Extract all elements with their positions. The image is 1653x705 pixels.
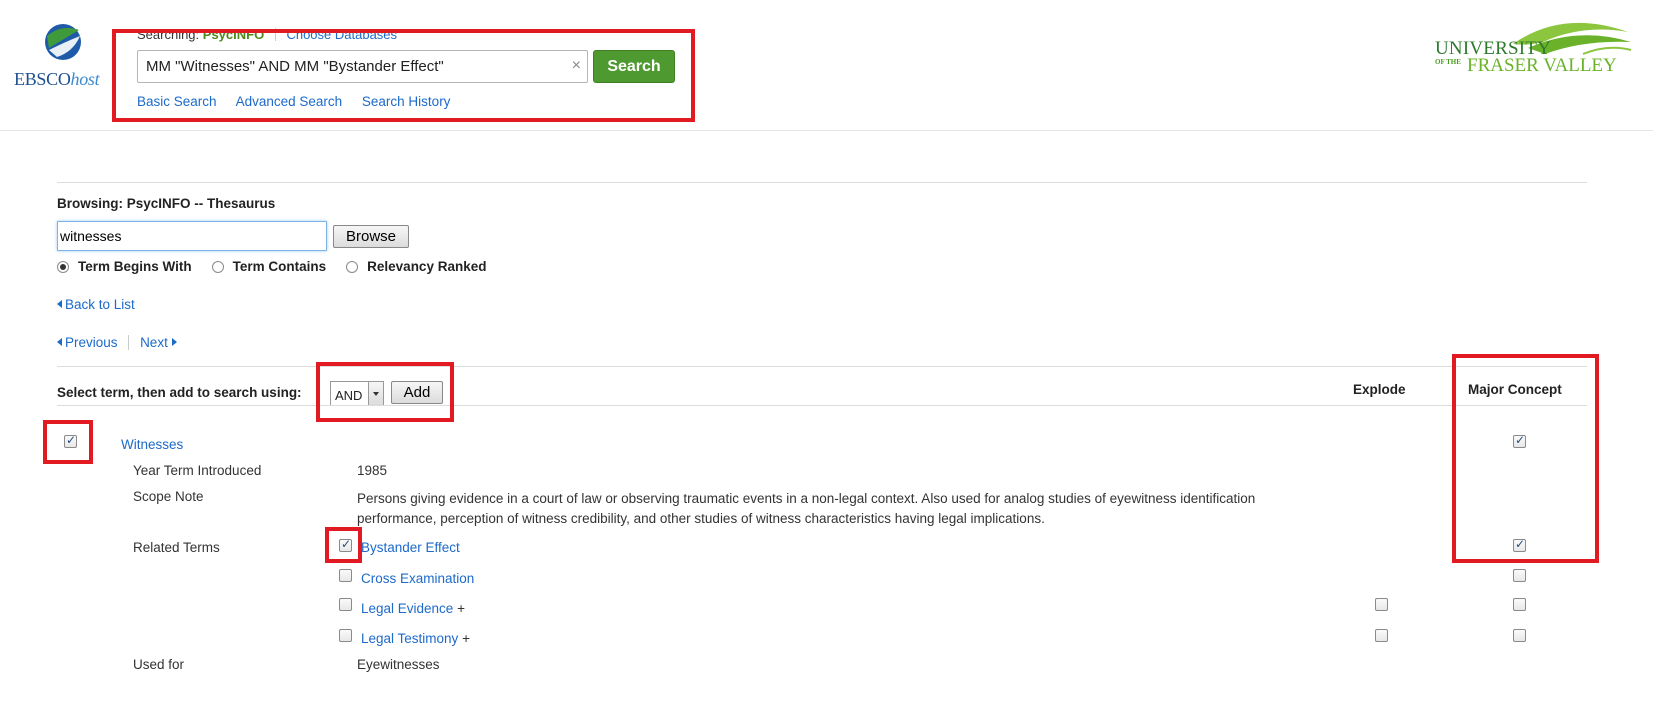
year-value: 1985 (357, 463, 388, 478)
related-major-checkbox-legal-evidence[interactable] (1513, 598, 1526, 611)
term-link-witnesses[interactable]: Witnesses (121, 437, 183, 452)
search-mode-links: Basic Search Advanced Search Search Hist… (137, 94, 466, 109)
next-link[interactable]: Next (140, 335, 177, 350)
used-for-value: Eyewitnesses (357, 657, 440, 672)
related-explode-checkbox-legal-testimony[interactable] (1375, 629, 1388, 642)
operator-value: AND (335, 388, 363, 403)
related-link-legal-testimony[interactable]: Legal Testimony (361, 631, 458, 646)
searching-database: PsycINFO (202, 27, 265, 42)
browse-options: Term Begins With Term Contains Relevancy… (57, 259, 506, 274)
ebsco-globe-icon (45, 24, 81, 60)
radio-label: Relevancy Ranked (367, 259, 487, 274)
used-for-label: Used for (133, 657, 185, 672)
related-major-checkbox-bystander-effect[interactable] (1513, 537, 1526, 552)
divider (128, 335, 130, 350)
related-checkbox-bystander-effect[interactable] (339, 537, 352, 552)
scope-note-label: Scope Note (133, 489, 204, 504)
operator-select[interactable]: AND (330, 381, 384, 406)
search-history-link[interactable]: Search History (362, 94, 451, 109)
year-label: Year Term Introduced (133, 463, 262, 478)
related-terms-label: Related Terms (133, 540, 220, 555)
choose-databases-link[interactable]: Choose Databases (286, 27, 397, 42)
chevron-down-icon (368, 382, 383, 405)
select-term-label: Select term, then add to search using: (57, 385, 302, 400)
caret-right-icon (171, 338, 177, 346)
related-item-legal-testimony: Legal Testimony + (361, 631, 470, 646)
ebsco-wordmark: EBSCOhost (14, 69, 100, 89)
scope-note: Persons giving evidence in a court of la… (357, 489, 1317, 529)
searching-label: Searching: (137, 27, 200, 42)
browse-button[interactable]: Browse (333, 225, 409, 248)
related-link-legal-evidence[interactable]: Legal Evidence (361, 601, 453, 616)
term-checkbox[interactable] (64, 433, 77, 448)
advanced-search-link[interactable]: Advanced Search (236, 94, 343, 109)
searching-line: Searching: PsycINFO Choose Databases (137, 27, 397, 42)
divider (57, 405, 1587, 406)
caret-left-icon (57, 300, 62, 308)
browse-input[interactable] (57, 221, 327, 251)
related-explode-checkbox-legal-evidence[interactable] (1375, 598, 1388, 611)
caret-left-icon (57, 338, 62, 346)
explode-column-header: Explode (1353, 382, 1406, 397)
search-button[interactable]: Search (593, 50, 675, 83)
related-checkbox-cross-examination[interactable] (339, 569, 352, 582)
radio-term-contains[interactable] (211, 260, 224, 273)
major-concept-checkbox[interactable] (1513, 433, 1526, 448)
scope-note-line: Persons giving evidence in a court of la… (357, 491, 1256, 506)
divider (57, 182, 1587, 183)
related-checkbox-legal-evidence[interactable] (339, 598, 352, 611)
previous-link[interactable]: Previous (57, 335, 118, 350)
related-checkbox-legal-testimony[interactable] (339, 629, 352, 642)
browse-title: Browsing: PsycINFO -- Thesaurus (57, 196, 276, 211)
radio-term-begins-with[interactable] (57, 260, 69, 273)
ebsco-logo[interactable]: EBSCOhost (14, 22, 114, 92)
search-input[interactable] (138, 51, 553, 82)
header: EBSCOhost Searching: PsycINFO Choose Dat… (0, 0, 1653, 131)
narrower-terms-indicator: + (457, 601, 465, 616)
basic-search-link[interactable]: Basic Search (137, 94, 217, 109)
related-major-checkbox-cross-examination[interactable] (1513, 569, 1526, 582)
related-major-checkbox-legal-testimony[interactable] (1513, 629, 1526, 642)
back-to-list-link[interactable]: Back to List (57, 297, 135, 312)
pager: Previous Next (57, 335, 177, 350)
search-box: × (137, 50, 588, 83)
add-button[interactable]: Add (391, 381, 443, 404)
related-link-bystander-effect[interactable]: Bystander Effect (361, 540, 460, 555)
related-item-legal-evidence: Legal Evidence + (361, 601, 465, 616)
radio-label: Term Begins With (78, 259, 192, 274)
major-concept-column-header: Major Concept (1468, 382, 1562, 397)
related-link-cross-examination[interactable]: Cross Examination (361, 571, 474, 586)
divider (274, 28, 276, 41)
close-icon[interactable]: × (572, 57, 581, 75)
ufv-fraser-valley-text: FRASER VALLEY (1467, 55, 1617, 76)
narrower-terms-indicator: + (462, 631, 470, 646)
radio-label: Term Contains (232, 259, 327, 274)
ufv-of-the-text: OF THE (1435, 58, 1461, 66)
divider (57, 366, 1587, 367)
scope-note-line: performance, perception of witness credi… (357, 511, 1045, 526)
radio-relevancy-ranked[interactable] (346, 260, 359, 273)
